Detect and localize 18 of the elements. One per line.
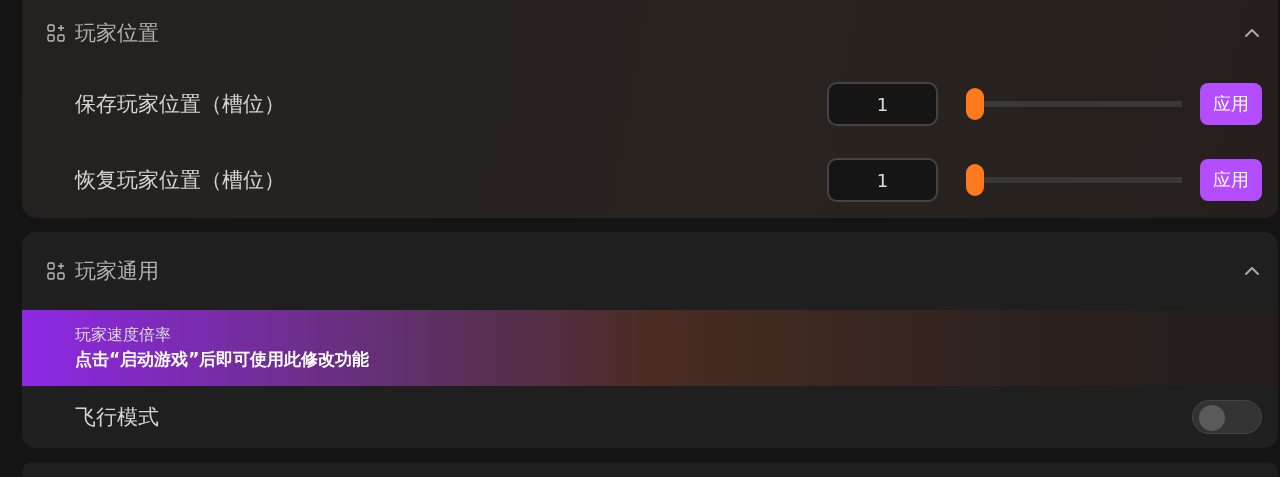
number-field[interactable]: 1 bbox=[827, 82, 938, 126]
apply-button[interactable]: 应用 bbox=[1200, 159, 1262, 201]
number-field[interactable]: 1 bbox=[827, 158, 938, 202]
setting-label: 保存玩家位置（槽位） bbox=[75, 91, 286, 118]
apply-button[interactable]: 应用 bbox=[1200, 83, 1262, 125]
setting-label: 玩家速度倍率 bbox=[75, 325, 172, 346]
apps-icon bbox=[47, 24, 65, 42]
slider-thumb[interactable] bbox=[966, 88, 984, 120]
collapse-icon[interactable] bbox=[1244, 28, 1260, 38]
setting-label: 飞行模式 bbox=[75, 404, 160, 431]
section-title: 玩家通用 bbox=[75, 258, 160, 285]
setting-label: 恢复玩家位置（槽位） bbox=[75, 167, 286, 194]
notice-text: 点击“启动游戏”后即可使用此修改功能 bbox=[75, 348, 371, 371]
toggle-switch[interactable] bbox=[1192, 400, 1262, 434]
slider-thumb[interactable] bbox=[966, 164, 984, 196]
apps-icon bbox=[47, 262, 65, 280]
collapse-icon[interactable] bbox=[1244, 266, 1260, 276]
section-title: 玩家位置 bbox=[75, 20, 160, 47]
